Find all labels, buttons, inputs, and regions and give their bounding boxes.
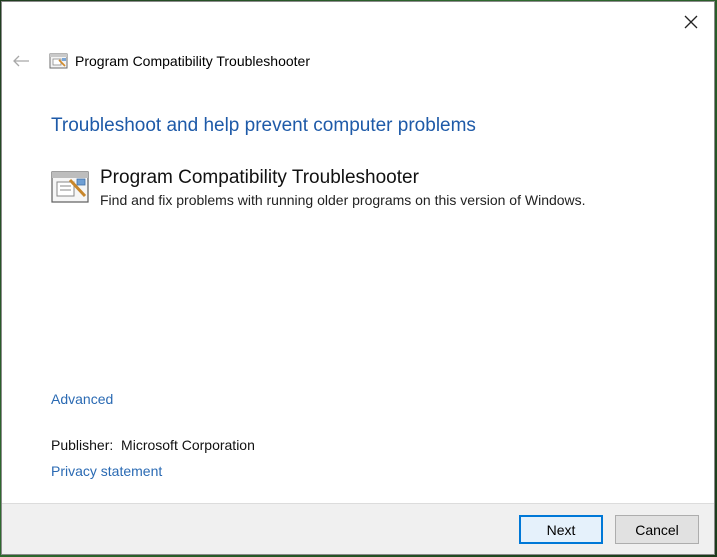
close-icon xyxy=(684,15,698,29)
cancel-button-label: Cancel xyxy=(635,521,679,538)
page-heading: Troubleshoot and help prevent computer p… xyxy=(51,115,476,136)
publisher-label: Publisher: xyxy=(51,437,114,453)
back-button[interactable] xyxy=(10,52,32,70)
next-button-label: Next xyxy=(546,521,576,538)
troubleshooter-description: Find and fix problems with running older… xyxy=(100,192,586,208)
publisher-value: Microsoft Corporation xyxy=(121,437,255,453)
program-compatibility-icon xyxy=(49,53,68,69)
next-button[interactable]: Next xyxy=(519,515,603,544)
program-compatibility-icon xyxy=(51,171,89,203)
privacy-statement-link[interactable]: Privacy statement xyxy=(51,463,162,479)
troubleshooter-name: Program Compatibility Troubleshooter xyxy=(100,167,419,188)
dialog-footer: Next Cancel xyxy=(2,503,714,554)
close-button[interactable] xyxy=(668,2,714,42)
publisher-info: Publisher: Microsoft Corporation xyxy=(51,437,255,453)
advanced-link[interactable]: Advanced xyxy=(51,391,113,407)
back-arrow-icon xyxy=(13,55,29,67)
cancel-button[interactable]: Cancel xyxy=(615,515,699,544)
window-title: Program Compatibility Troubleshooter xyxy=(75,53,310,69)
troubleshooter-window: Program Compatibility Troubleshooter Tro… xyxy=(1,1,715,555)
